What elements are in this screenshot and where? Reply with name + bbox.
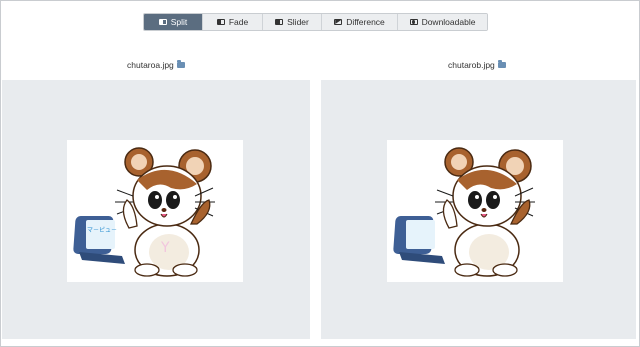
tab-difference-label: Difference — [346, 17, 385, 27]
tab-split-label: Split — [170, 17, 188, 27]
tab-downloadable-label: Downloadable — [421, 17, 476, 27]
left-filename-text[interactable]: chutaroa.jpg — [127, 60, 174, 70]
hamster-illustration — [393, 147, 535, 277]
folder-icon[interactable] — [497, 60, 506, 68]
left-filename: chutaroa.jpg — [127, 60, 185, 70]
right-image-panel — [321, 80, 636, 339]
tab-fade[interactable]: Fade — [203, 14, 263, 30]
folder-icon[interactable] — [176, 60, 185, 68]
difference-icon — [334, 19, 343, 25]
laptop-screen-text: マ－ピュ－ — [87, 227, 117, 234]
laptop-icon — [393, 216, 445, 264]
tab-downloadable[interactable]: Downloadable — [398, 14, 487, 30]
tab-slider[interactable]: Slider — [263, 14, 322, 30]
view-mode-toolbar: Split Fade Slider Difference Downloadabl… — [143, 13, 488, 31]
laptop-icon: マ－ピュ－ — [73, 216, 125, 264]
tab-split[interactable]: Split — [144, 14, 203, 30]
tab-slider-label: Slider — [287, 17, 309, 27]
download-icon — [409, 19, 418, 25]
tab-difference[interactable]: Difference — [322, 14, 398, 30]
fade-icon — [216, 19, 225, 25]
right-filename-text[interactable]: chutarob.jpg — [448, 60, 495, 70]
right-filename: chutarob.jpg — [448, 60, 506, 70]
tab-fade-label: Fade — [228, 17, 249, 27]
svg-text:Y: Y — [160, 240, 170, 256]
hamster-illustration: マ－ピュ－ Y — [73, 147, 215, 277]
split-icon — [158, 19, 167, 25]
right-image — [387, 140, 563, 282]
left-image: マ－ピュ－ Y — [67, 140, 243, 282]
slider-icon — [275, 19, 284, 25]
left-image-panel: マ－ピュ－ Y — [2, 80, 310, 339]
